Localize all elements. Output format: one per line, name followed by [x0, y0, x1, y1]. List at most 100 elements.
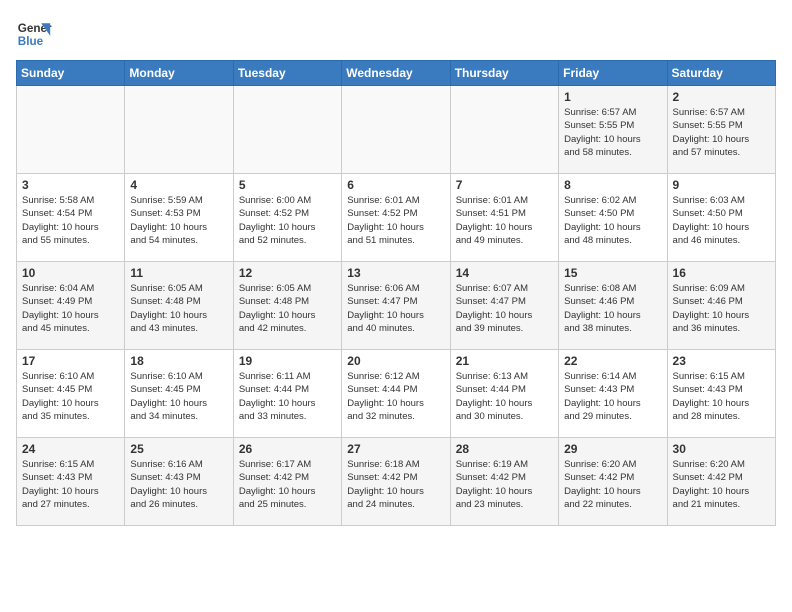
day-info: Sunrise: 6:15 AM Sunset: 4:43 PM Dayligh…: [22, 458, 119, 511]
page-header: General Blue: [16, 16, 776, 52]
day-cell: 27 Sunrise: 6:18 AM Sunset: 4:42 PM Dayli…: [342, 438, 450, 526]
day-cell: 4 Sunrise: 5:59 AM Sunset: 4:53 PM Daylig…: [125, 174, 233, 262]
day-info: Sunrise: 5:59 AM Sunset: 4:53 PM Dayligh…: [130, 194, 227, 247]
day-cell: 18 Sunrise: 6:10 AM Sunset: 4:45 PM Dayli…: [125, 350, 233, 438]
day-info: Sunrise: 6:01 AM Sunset: 4:52 PM Dayligh…: [347, 194, 444, 247]
day-info: Sunrise: 6:57 AM Sunset: 5:55 PM Dayligh…: [673, 106, 770, 159]
day-info: Sunrise: 6:15 AM Sunset: 4:43 PM Dayligh…: [673, 370, 770, 423]
day-cell: 15 Sunrise: 6:08 AM Sunset: 4:46 PM Dayli…: [559, 262, 667, 350]
day-info: Sunrise: 6:08 AM Sunset: 4:46 PM Dayligh…: [564, 282, 661, 335]
day-cell: 8 Sunrise: 6:02 AM Sunset: 4:50 PM Daylig…: [559, 174, 667, 262]
day-number: 21: [456, 354, 553, 368]
day-info: Sunrise: 6:19 AM Sunset: 4:42 PM Dayligh…: [456, 458, 553, 511]
day-number: 19: [239, 354, 336, 368]
weekday-header-thursday: Thursday: [450, 61, 558, 86]
day-cell: [342, 86, 450, 174]
day-cell: [17, 86, 125, 174]
day-number: 13: [347, 266, 444, 280]
day-number: 1: [564, 90, 661, 104]
day-cell: 20 Sunrise: 6:12 AM Sunset: 4:44 PM Dayli…: [342, 350, 450, 438]
day-number: 29: [564, 442, 661, 456]
day-number: 10: [22, 266, 119, 280]
day-cell: 17Sunrise: 6:10 AM Sunset: 4:45 PM Dayli…: [17, 350, 125, 438]
day-number: 18: [130, 354, 227, 368]
day-cell: 10Sunrise: 6:04 AM Sunset: 4:49 PM Dayli…: [17, 262, 125, 350]
day-cell: 3Sunrise: 5:58 AM Sunset: 4:54 PM Daylig…: [17, 174, 125, 262]
day-cell: 24 Sunrise: 6:15 AM Sunset: 4:43 PM Dayli…: [17, 438, 125, 526]
week-row-4: 17Sunrise: 6:10 AM Sunset: 4:45 PM Dayli…: [17, 350, 776, 438]
day-info: Sunrise: 6:01 AM Sunset: 4:51 PM Dayligh…: [456, 194, 553, 247]
day-info: Sunrise: 6:03 AM Sunset: 4:50 PM Dayligh…: [673, 194, 770, 247]
day-cell: 16 Sunrise: 6:09 AM Sunset: 4:46 PM Dayli…: [667, 262, 775, 350]
day-info: Sunrise: 6:02 AM Sunset: 4:50 PM Dayligh…: [564, 194, 661, 247]
day-number: 22: [564, 354, 661, 368]
day-info: Sunrise: 6:11 AM Sunset: 4:44 PM Dayligh…: [239, 370, 336, 423]
day-info: Sunrise: 6:06 AM Sunset: 4:47 PM Dayligh…: [347, 282, 444, 335]
day-cell: 7Sunrise: 6:01 AM Sunset: 4:51 PM Daylig…: [450, 174, 558, 262]
day-number: 25: [130, 442, 227, 456]
day-cell: 29 Sunrise: 6:20 AM Sunset: 4:42 PM Dayli…: [559, 438, 667, 526]
day-cell: [450, 86, 558, 174]
day-number: 23: [673, 354, 770, 368]
svg-text:Blue: Blue: [18, 35, 44, 48]
day-number: 11: [130, 266, 227, 280]
weekday-header-wednesday: Wednesday: [342, 61, 450, 86]
day-info: Sunrise: 6:05 AM Sunset: 4:48 PM Dayligh…: [130, 282, 227, 335]
logo-icon: General Blue: [16, 16, 52, 52]
weekday-header-monday: Monday: [125, 61, 233, 86]
day-cell: 6Sunrise: 6:01 AM Sunset: 4:52 PM Daylig…: [342, 174, 450, 262]
day-info: Sunrise: 6:12 AM Sunset: 4:44 PM Dayligh…: [347, 370, 444, 423]
weekday-header-row: SundayMondayTuesdayWednesdayThursdayFrid…: [17, 61, 776, 86]
day-info: Sunrise: 6:10 AM Sunset: 4:45 PM Dayligh…: [130, 370, 227, 423]
day-cell: 11 Sunrise: 6:05 AM Sunset: 4:48 PM Dayli…: [125, 262, 233, 350]
day-info: Sunrise: 6:07 AM Sunset: 4:47 PM Dayligh…: [456, 282, 553, 335]
day-number: 15: [564, 266, 661, 280]
day-cell: 14Sunrise: 6:07 AM Sunset: 4:47 PM Dayli…: [450, 262, 558, 350]
day-number: 26: [239, 442, 336, 456]
week-row-3: 10Sunrise: 6:04 AM Sunset: 4:49 PM Dayli…: [17, 262, 776, 350]
day-info: Sunrise: 6:18 AM Sunset: 4:42 PM Dayligh…: [347, 458, 444, 511]
day-info: Sunrise: 6:14 AM Sunset: 4:43 PM Dayligh…: [564, 370, 661, 423]
weekday-header-tuesday: Tuesday: [233, 61, 341, 86]
weekday-header-friday: Friday: [559, 61, 667, 86]
day-number: 8: [564, 178, 661, 192]
day-info: Sunrise: 6:10 AM Sunset: 4:45 PM Dayligh…: [22, 370, 119, 423]
day-cell: 30 Sunrise: 6:20 AM Sunset: 4:42 PM Dayli…: [667, 438, 775, 526]
day-cell: 22 Sunrise: 6:14 AM Sunset: 4:43 PM Dayli…: [559, 350, 667, 438]
day-info: Sunrise: 6:20 AM Sunset: 4:42 PM Dayligh…: [564, 458, 661, 511]
day-cell: 28 Sunrise: 6:19 AM Sunset: 4:42 PM Dayli…: [450, 438, 558, 526]
day-cell: 19 Sunrise: 6:11 AM Sunset: 4:44 PM Dayli…: [233, 350, 341, 438]
day-number: 12: [239, 266, 336, 280]
week-row-2: 3Sunrise: 5:58 AM Sunset: 4:54 PM Daylig…: [17, 174, 776, 262]
day-number: 4: [130, 178, 227, 192]
week-row-5: 24 Sunrise: 6:15 AM Sunset: 4:43 PM Dayli…: [17, 438, 776, 526]
day-number: 5: [239, 178, 336, 192]
day-number: 9: [673, 178, 770, 192]
day-info: Sunrise: 6:09 AM Sunset: 4:46 PM Dayligh…: [673, 282, 770, 335]
day-number: 28: [456, 442, 553, 456]
day-cell: 2 Sunrise: 6:57 AM Sunset: 5:55 PM Daylig…: [667, 86, 775, 174]
day-cell: 26Sunrise: 6:17 AM Sunset: 4:42 PM Dayli…: [233, 438, 341, 526]
day-info: Sunrise: 6:00 AM Sunset: 4:52 PM Dayligh…: [239, 194, 336, 247]
logo: General Blue: [16, 16, 52, 52]
day-cell: 23 Sunrise: 6:15 AM Sunset: 4:43 PM Dayli…: [667, 350, 775, 438]
day-cell: 1Sunrise: 6:57 AM Sunset: 5:55 PM Daylig…: [559, 86, 667, 174]
day-number: 27: [347, 442, 444, 456]
day-number: 3: [22, 178, 119, 192]
day-info: Sunrise: 6:20 AM Sunset: 4:42 PM Dayligh…: [673, 458, 770, 511]
day-cell: 9 Sunrise: 6:03 AM Sunset: 4:50 PM Daylig…: [667, 174, 775, 262]
day-cell: 25 Sunrise: 6:16 AM Sunset: 4:43 PM Dayli…: [125, 438, 233, 526]
day-info: Sunrise: 6:13 AM Sunset: 4:44 PM Dayligh…: [456, 370, 553, 423]
day-cell: 13 Sunrise: 6:06 AM Sunset: 4:47 PM Dayli…: [342, 262, 450, 350]
day-cell: [125, 86, 233, 174]
weekday-header-saturday: Saturday: [667, 61, 775, 86]
day-number: 20: [347, 354, 444, 368]
day-number: 24: [22, 442, 119, 456]
day-number: 16: [673, 266, 770, 280]
day-cell: [233, 86, 341, 174]
day-number: 2: [673, 90, 770, 104]
day-info: Sunrise: 6:16 AM Sunset: 4:43 PM Dayligh…: [130, 458, 227, 511]
day-cell: 21 Sunrise: 6:13 AM Sunset: 4:44 PM Dayli…: [450, 350, 558, 438]
week-row-1: 1 Sunrise: 6:57 AM Sunset: 5:55 PM Daylig…: [17, 86, 776, 174]
day-number: 30: [673, 442, 770, 456]
